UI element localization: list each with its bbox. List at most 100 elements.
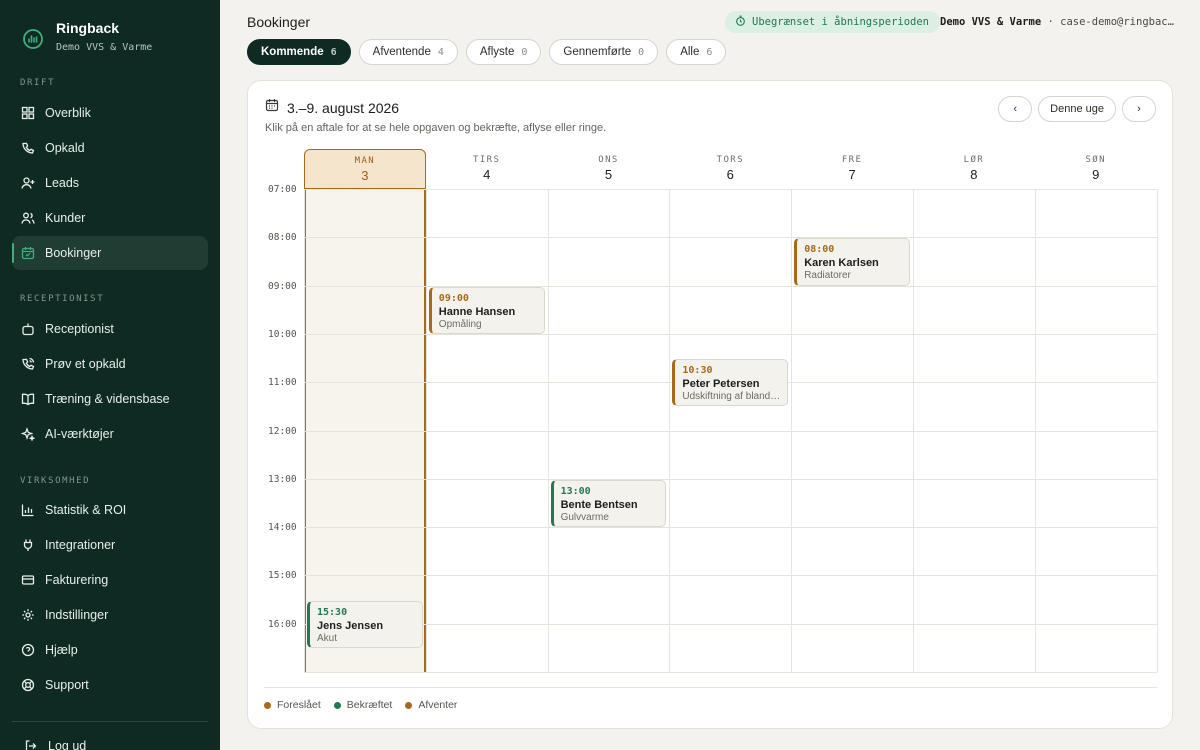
sidebar-item-label: Træning & vidensbase — [45, 392, 170, 406]
sidebar-item-label: Prøv et opkald — [45, 357, 126, 371]
hour-gridline — [304, 575, 1157, 577]
filter-label: Gennemførte — [563, 46, 632, 58]
sidebar-item-bookinger[interactable]: Bookinger — [12, 236, 208, 270]
status-dot-icon — [264, 701, 271, 709]
day-name: SØN — [1085, 155, 1106, 165]
sidebar-item-label: Kunder — [45, 211, 86, 225]
hour-label: 15:00 — [268, 570, 297, 582]
credit-card-icon — [21, 573, 35, 587]
hour-label: 10:00 — [268, 328, 297, 340]
day-header[interactable]: FRE 7 — [791, 149, 913, 189]
day-header[interactable]: TIRS 4 — [426, 149, 548, 189]
event-description: Akut — [317, 632, 338, 644]
sidebar-item-label: Overblik — [45, 106, 91, 120]
hour-label: 12:00 — [268, 425, 297, 437]
sidebar-item-opkald[interactable]: Opkald — [12, 131, 208, 165]
week-navigation: ‹ Denne uge › — [998, 96, 1156, 122]
booking-event[interactable]: 15:30 Jens Jensen Akut — [307, 600, 423, 648]
previous-week-button[interactable]: ‹ — [998, 96, 1033, 122]
hour-gridline — [304, 672, 1157, 673]
calendar-card: 3.–9. august 2026 Klik på en aftale for … — [247, 80, 1173, 729]
filter-alle[interactable]: Alle 6 — [666, 39, 727, 65]
users-icon — [21, 211, 35, 225]
filter-gennemforte[interactable]: Gennemførte 0 — [549, 39, 659, 65]
hour-gridline — [304, 478, 1157, 480]
sidebar-item-label: Support — [45, 678, 89, 692]
grid-icon — [21, 106, 35, 120]
sidebar-item-traening[interactable]: Træning & vidensbase — [12, 382, 208, 416]
booking-event[interactable]: 08:00 Karen Karlsen Radiatorer — [794, 238, 910, 286]
sidebar-item-prov-et-opkald[interactable]: Prøv et opkald — [12, 347, 208, 381]
day-name: MAN — [354, 156, 376, 166]
account-email: case-demo@ringback.dk — [1060, 16, 1175, 28]
event-description: Gulvvarme — [560, 511, 609, 523]
legend-item: Foreslået — [264, 699, 321, 711]
filter-kommende[interactable]: Kommende 6 — [247, 39, 351, 65]
filter-aflyste[interactable]: Aflyste 0 — [465, 39, 542, 65]
sidebar-item-support[interactable]: Support — [12, 668, 208, 702]
sidebar-item-fakturering[interactable]: Fakturering — [12, 563, 208, 597]
day-gridline — [791, 189, 793, 672]
booking-event[interactable]: 09:00 Hanne Hansen Opmåling — [428, 286, 545, 334]
event-customer: Peter Petersen — [682, 378, 760, 391]
this-week-button[interactable]: Denne uge — [1038, 96, 1116, 122]
day-date: 3 — [361, 168, 369, 183]
hour-gridline — [304, 527, 1157, 529]
phone-icon — [21, 141, 35, 155]
page-title: Bookinger — [247, 14, 311, 30]
hour-gridline — [304, 237, 1157, 239]
booking-event[interactable]: 13:00 Bente Bentsen Gulvvarme — [550, 479, 667, 528]
day-header[interactable]: TORS 6 — [669, 149, 791, 189]
day-name: ONS — [598, 155, 619, 165]
day-header[interactable]: MAN 3 — [304, 149, 426, 189]
hour-gridline — [304, 333, 1157, 335]
brand[interactable]: Ringback Demo VVS & Varme — [22, 20, 152, 53]
calendar-icon — [21, 246, 35, 260]
sidebar-item-indstillinger[interactable]: Indstillinger — [12, 598, 208, 632]
day-date: 8 — [970, 167, 978, 182]
day-header[interactable]: LØR 8 — [913, 149, 1035, 189]
sidebar-item-kunder[interactable]: Kunder — [12, 201, 208, 235]
sidebar-item-ai-vaerktojer[interactable]: AI-værktøjer — [12, 417, 208, 451]
booking-event[interactable]: 10:30 Peter Petersen Udskiftning af blandi… — [672, 359, 789, 407]
filter-afventende[interactable]: Afventende 4 — [358, 39, 458, 65]
lifebuoy-icon — [21, 678, 35, 692]
help-icon — [21, 643, 35, 657]
filter-label: Alle — [680, 46, 700, 58]
day-gridline — [1034, 189, 1036, 672]
account-info[interactable]: Demo VVS & Varme · case-demo@ringback.dk — [940, 16, 1175, 28]
plug-icon — [21, 538, 35, 552]
chevron-left-icon: ‹ — [1013, 103, 1017, 115]
day-header[interactable]: SØN 9 — [1035, 149, 1157, 189]
event-description: Udskiftning af blandingsbatteri — [682, 391, 782, 403]
calendar-subtitle: Klik på en aftale for at se hele opgaven… — [265, 122, 607, 134]
gear-icon — [21, 608, 35, 622]
logout-button[interactable]: Log ud — [24, 739, 86, 750]
sidebar-item-label: AI-værktøjer — [45, 427, 114, 441]
day-name: LØR — [963, 155, 985, 165]
filter-count: 4 — [437, 46, 444, 58]
sidebar-item-receptionist[interactable]: Receptionist — [12, 312, 208, 346]
day-name: TORS — [716, 155, 744, 165]
event-customer: Hanne Hansen — [438, 305, 516, 318]
sidebar-item-statistik[interactable]: Statistik & ROI — [12, 493, 208, 527]
day-date: 6 — [726, 167, 734, 182]
promo-badge: Ubegrænset i åbningsperioden — [725, 11, 941, 33]
sidebar-item-hjaelp[interactable]: Hjælp — [12, 633, 208, 667]
next-week-button[interactable]: › — [1122, 96, 1156, 122]
sidebar-item-leads[interactable]: Leads — [12, 166, 208, 200]
account-company: Demo VVS & Varme — [940, 16, 1042, 28]
status-legend: Foreslået Bekræftet Afventer — [264, 699, 457, 711]
sidebar-item-label: Opkald — [45, 141, 85, 155]
event-time: 08:00 — [804, 244, 835, 256]
hour-label: 16:00 — [268, 618, 297, 630]
legend-label: Bekræftet — [346, 699, 393, 711]
day-header[interactable]: ONS 5 — [548, 149, 670, 189]
sidebar-item-integrationer[interactable]: Integrationer — [12, 528, 208, 562]
stopwatch-icon — [735, 15, 746, 29]
hour-label: 07:00 — [268, 184, 297, 195]
event-customer: Karen Karlsen — [804, 257, 879, 270]
sidebar-divider — [12, 721, 208, 722]
chevron-right-icon: › — [1137, 103, 1141, 115]
sidebar-item-overblik[interactable]: Overblik — [12, 96, 208, 130]
